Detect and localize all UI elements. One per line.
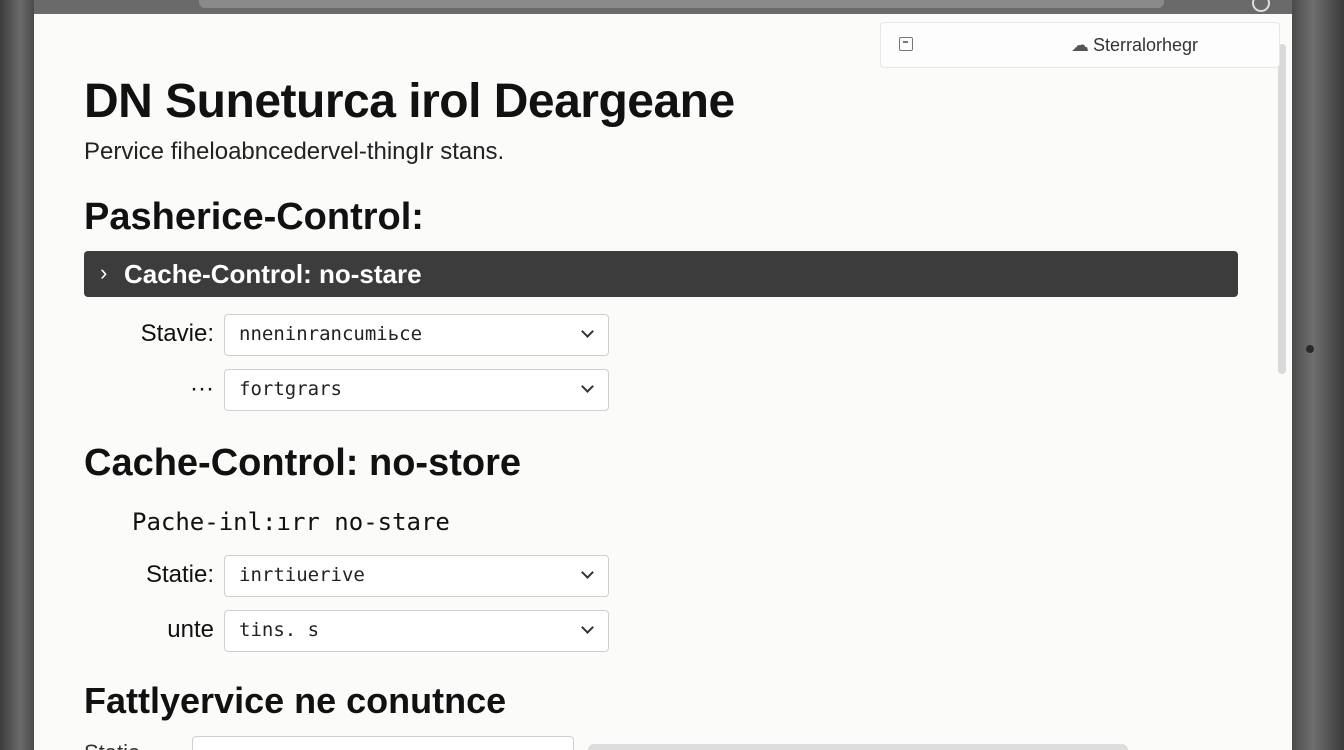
address-bar[interactable] (199, 0, 1164, 8)
settings-button[interactable]: ☁ Sterralorhegr (1071, 35, 1198, 56)
section-heading-1: Pasherice-Control: (84, 196, 424, 238)
field-label: Stavie: (140, 320, 214, 347)
cache-control-banner[interactable]: › Cache-Control: no-stare (84, 251, 1238, 297)
section-heading-3: Fattlyervice ne conutnce (84, 680, 507, 721)
select-dropdown[interactable]: fortgrars (224, 369, 609, 411)
select-value: tins. s (239, 619, 320, 641)
browser-top-bar (34, 0, 1292, 14)
section-heading-2: Cache-Control: no-store (84, 442, 521, 484)
browser-menu-icon[interactable] (1252, 0, 1270, 12)
select-value: nneninrancumiьce (239, 323, 423, 345)
select-dropdown[interactable]: nneninrancumiьce (224, 314, 609, 356)
select-dropdown[interactable]: inrtiuerive (224, 555, 609, 597)
text-input[interactable] (192, 736, 574, 750)
page-toolbar: ☁ Sterralorhegr (880, 22, 1280, 68)
field-label: ··· (190, 375, 214, 402)
chevron-right-icon: › (100, 260, 108, 285)
monitor-bezel-right (1292, 0, 1344, 750)
bezel-indicator (1306, 345, 1314, 353)
header-line: Pache-inl:ırr no-stare (132, 508, 450, 536)
page-viewport: ☁ Sterralorhegr DN Suneturca irol Deargea… (34, 14, 1292, 750)
select-dropdown[interactable]: tins. s (224, 610, 609, 652)
field-label: Statie (84, 740, 140, 750)
monitor-bezel-left (0, 0, 34, 750)
settings-label: Sterralorhegr (1093, 35, 1199, 55)
scrollbar[interactable] (1278, 44, 1286, 374)
chevron-down-icon (581, 566, 594, 579)
chevron-down-icon (581, 325, 594, 338)
page-subtitle: Pervice fiheloabncedervel-thingIr stans. (84, 138, 505, 165)
field-label: Statie: (145, 561, 214, 588)
page-title: DN Suneturca irol Deargeane (84, 75, 735, 128)
select-value: fortgrars (239, 378, 342, 400)
blurred-text (588, 744, 1128, 750)
document-icon[interactable] (899, 37, 913, 51)
cloud-settings-icon: ☁ (1071, 35, 1089, 55)
banner-label: Cache-Control: no-stare (124, 259, 422, 289)
chevron-down-icon (581, 621, 594, 634)
select-value: inrtiuerive (239, 564, 365, 586)
chevron-down-icon (581, 380, 594, 393)
field-label: unte (167, 616, 214, 643)
